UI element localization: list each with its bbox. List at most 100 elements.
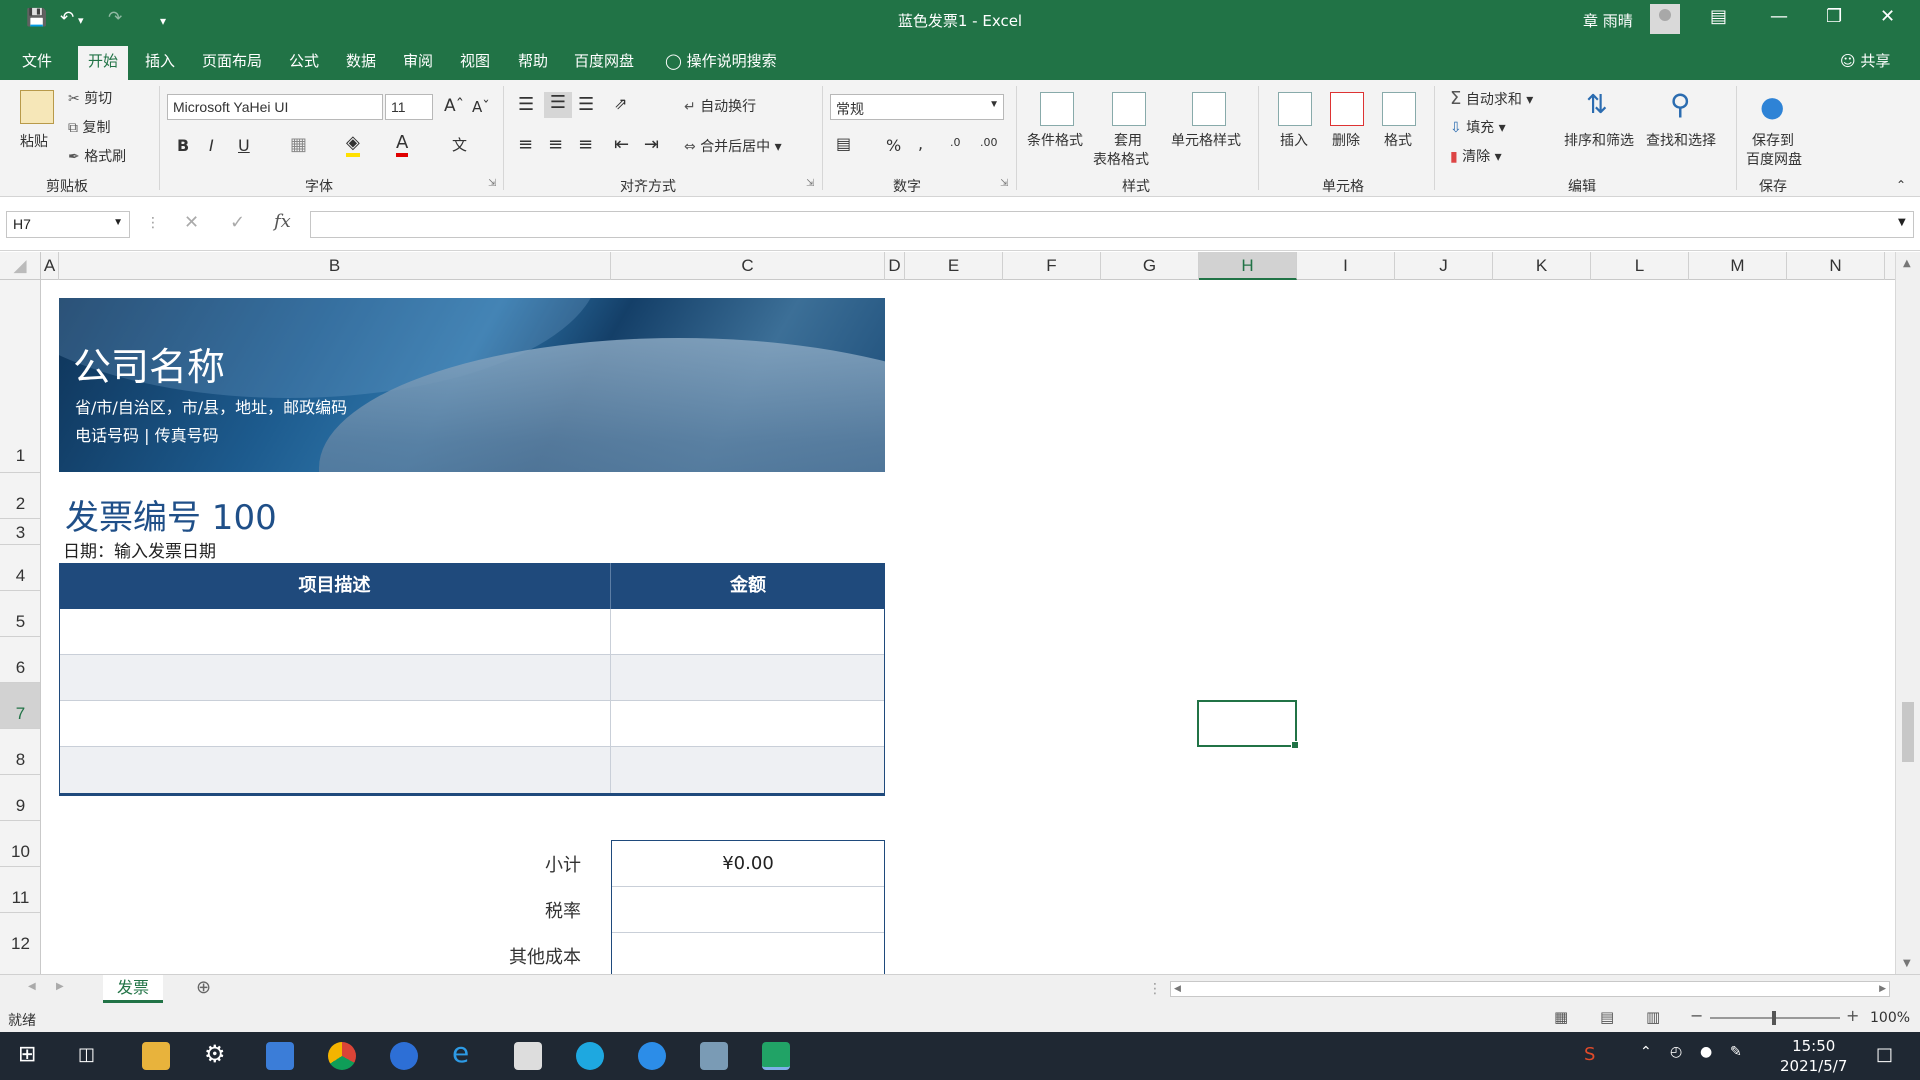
format-painter-button[interactable]: ✒ 格式刷 <box>68 146 126 166</box>
horizontal-scrollbar[interactable]: ◀ ▶ <box>1170 981 1890 997</box>
normal-view-icon[interactable]: ▦ <box>1554 1008 1568 1026</box>
qq-icon[interactable]: ● <box>1700 1044 1712 1060</box>
photos-icon[interactable] <box>266 1042 294 1070</box>
scroll-left-icon[interactable]: ◀ <box>1174 984 1181 994</box>
tab-formulas[interactable]: 公式 <box>289 50 319 71</box>
row-header-12[interactable]: 12 <box>0 912 40 958</box>
column-header-i[interactable]: I <box>1297 252 1395 280</box>
font-dialog-launcher-icon[interactable]: ⇲ <box>488 178 496 189</box>
vertical-scrollbar[interactable]: ▲ ▼ <box>1895 252 1920 974</box>
split-handle-icon[interactable]: ⋮ <box>1148 981 1162 997</box>
grow-font-icon[interactable]: Aˆ <box>444 96 464 116</box>
zoom-in-icon[interactable]: + <box>1846 1006 1859 1025</box>
table-row[interactable] <box>60 609 884 655</box>
row-header-3[interactable]: 3 <box>0 518 40 544</box>
insert-cells-icon[interactable] <box>1278 92 1312 126</box>
amount-cell[interactable] <box>611 701 884 746</box>
number-format-select[interactable]: 常规 ▼ <box>830 94 1004 120</box>
row-header-1[interactable]: 1 <box>0 280 40 472</box>
tab-baidu-netdisk[interactable]: 百度网盘 <box>574 50 634 71</box>
copy-button[interactable]: ⧉ 复制 <box>68 117 110 137</box>
pen-icon[interactable]: ✎ <box>1730 1044 1742 1060</box>
align-bottom-icon[interactable]: ☰ <box>578 94 594 115</box>
fill-button[interactable]: ⇩ 填充 ▾ <box>1450 117 1506 137</box>
network-icon[interactable]: ◴ <box>1670 1044 1682 1060</box>
percent-icon[interactable]: % <box>886 136 901 155</box>
add-sheet-icon[interactable]: ⊕ <box>196 977 211 998</box>
company-phone[interactable]: 电话号码 | 传真号码 <box>75 422 219 446</box>
row-header-11[interactable]: 11 <box>0 866 40 912</box>
phonetic-icon[interactable]: 文 <box>452 134 467 155</box>
shrink-font-icon[interactable]: Aˇ <box>472 98 490 116</box>
formula-input[interactable] <box>310 211 1914 238</box>
ribbon-display-icon[interactable]: ▤ <box>1710 6 1727 27</box>
minimize-icon[interactable]: — <box>1770 6 1788 27</box>
comma-style-icon[interactable]: , <box>918 134 923 153</box>
tab-file[interactable]: 文件 <box>22 50 52 71</box>
increase-indent-icon[interactable]: ⇥ <box>644 134 659 155</box>
share-button[interactable]: ☺ 共享 <box>1840 50 1890 71</box>
amount-cell[interactable] <box>611 609 884 654</box>
name-box[interactable]: H7 ▼ <box>6 211 130 238</box>
edge-icon[interactable] <box>576 1042 604 1070</box>
column-header-m[interactable]: M <box>1689 252 1787 280</box>
description-cell[interactable] <box>60 701 611 746</box>
excel-taskbar-icon[interactable] <box>762 1042 790 1070</box>
app-icon[interactable] <box>700 1042 728 1070</box>
baidu-netdisk-icon[interactable]: ● <box>1760 90 1784 123</box>
row-header-10[interactable]: 10 <box>0 820 40 866</box>
paste-icon[interactable] <box>20 90 54 124</box>
clear-button[interactable]: ▮ 清除 ▾ <box>1450 146 1502 166</box>
column-header-c[interactable]: C <box>611 252 885 280</box>
column-header-g[interactable]: G <box>1101 252 1199 280</box>
table-row[interactable] <box>60 701 884 747</box>
scroll-right-icon[interactable]: ▶ <box>1879 984 1886 994</box>
header-amount[interactable]: 金额 <box>611 563 885 609</box>
description-cell[interactable] <box>60 609 611 654</box>
taskbar-clock[interactable]: 15:50 2021/5/7 <box>1780 1036 1847 1076</box>
table-row[interactable] <box>60 655 884 701</box>
sheet-tab-invoice[interactable]: 发票 <box>103 975 163 1003</box>
align-middle-icon[interactable]: ☰ <box>544 92 572 118</box>
find-select-icon[interactable]: ⚲ <box>1670 88 1691 121</box>
subtotal-value[interactable]: ¥0.00 <box>612 841 884 887</box>
row-header-9[interactable]: 9 <box>0 774 40 820</box>
search-app-icon[interactable] <box>638 1042 666 1070</box>
conditional-format-icon[interactable] <box>1040 92 1074 126</box>
prev-sheet-icon[interactable]: ◀ <box>28 981 36 992</box>
paste-button[interactable]: 粘贴 <box>20 131 48 151</box>
scroll-up-icon[interactable]: ▲ <box>1903 258 1911 269</box>
cell-styles-button[interactable]: 单元格样式 <box>1171 130 1241 150</box>
collapse-ribbon-icon[interactable]: ⌃ <box>1896 178 1906 192</box>
delete-cells-button[interactable]: 删除 <box>1332 130 1360 150</box>
column-header-a[interactable]: A <box>41 252 59 280</box>
tab-review[interactable]: 审阅 <box>403 50 433 71</box>
format-cells-button[interactable]: 格式 <box>1384 130 1412 150</box>
save-netdisk-line1[interactable]: 保存到 <box>1752 130 1794 150</box>
tab-page-layout[interactable]: 页面布局 <box>202 50 262 71</box>
invoice-date[interactable]: 日期：输入发票日期 <box>63 537 216 562</box>
insert-function-icon[interactable]: fx <box>274 211 291 232</box>
restore-icon[interactable]: ❐ <box>1826 6 1842 27</box>
fill-color-icon[interactable]: ◈ <box>346 132 360 157</box>
zoom-out-icon[interactable]: − <box>1690 1006 1703 1025</box>
header-description[interactable]: 项目描述 <box>59 563 611 609</box>
task-view-icon[interactable]: ◫ <box>78 1044 95 1065</box>
app-l-icon[interactable] <box>390 1042 418 1070</box>
tab-home[interactable]: 开始 <box>78 46 129 80</box>
tab-help[interactable]: 帮助 <box>518 50 548 71</box>
underline-button[interactable]: U <box>238 136 250 155</box>
decrease-indent-icon[interactable]: ⇤ <box>614 134 629 155</box>
bold-button[interactable]: B <box>177 136 189 155</box>
decrease-decimal-icon[interactable]: .00 <box>980 136 998 149</box>
column-header-n[interactable]: N <box>1787 252 1885 280</box>
worksheet-grid[interactable]: 公司名称 省/市/自治区，市/县，地址，邮政编码 电话号码 | 传真号码 发票编… <box>41 280 1895 974</box>
tell-me-search[interactable]: ◯ 操作说明搜索 <box>665 50 777 71</box>
enter-icon[interactable]: ✓ <box>230 212 245 233</box>
next-sheet-icon[interactable]: ▶ <box>56 981 64 992</box>
align-right-icon[interactable]: ≡ <box>578 134 593 155</box>
autosum-button[interactable]: Σ 自动求和 ▾ <box>1450 88 1533 109</box>
row-header-2[interactable]: 2 <box>0 472 40 518</box>
row-header-4[interactable]: 4 <box>0 544 40 590</box>
row-header-5[interactable]: 5 <box>0 590 40 636</box>
